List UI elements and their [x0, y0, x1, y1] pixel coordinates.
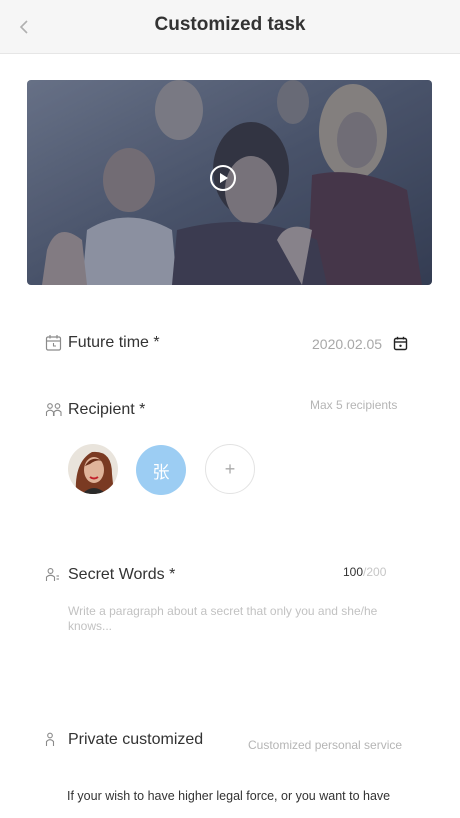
- private-customized-description: If your wish to have higher legal force,…: [67, 789, 391, 803]
- video-thumbnail[interactable]: [27, 80, 432, 285]
- person-icon: [45, 732, 55, 746]
- calendar-picker-icon[interactable]: [393, 336, 408, 351]
- private-customized-label: Private customized: [68, 731, 204, 748]
- secret-words-label: Secret Words *: [68, 566, 176, 583]
- people-icon: [45, 403, 62, 416]
- future-time-value[interactable]: 2020.02.05: [312, 336, 382, 352]
- recipient-avatar-initial[interactable]: 张: [136, 445, 186, 495]
- page-title: Customized task: [154, 14, 306, 35]
- navigation-bar: Customized task: [0, 0, 460, 54]
- future-time-label: Future time *: [68, 334, 160, 351]
- person-lines-icon: [45, 568, 59, 581]
- calendar-icon: [45, 335, 62, 351]
- recipient-avatar-photo[interactable]: [68, 444, 118, 494]
- recipient-label: Recipient *: [68, 401, 146, 418]
- avatar-image: [68, 444, 118, 494]
- character-count: 100: [343, 565, 364, 579]
- private-customized-hint[interactable]: Customized personal service: [248, 738, 402, 752]
- character-max: /200: [363, 565, 387, 579]
- play-circle-icon[interactable]: [209, 164, 237, 192]
- character-counter: 100/200: [343, 565, 386, 579]
- recipient-hint: Max 5 recipients: [310, 398, 398, 412]
- secret-words-input[interactable]: [68, 604, 408, 674]
- add-recipient-button[interactable]: +: [205, 444, 255, 494]
